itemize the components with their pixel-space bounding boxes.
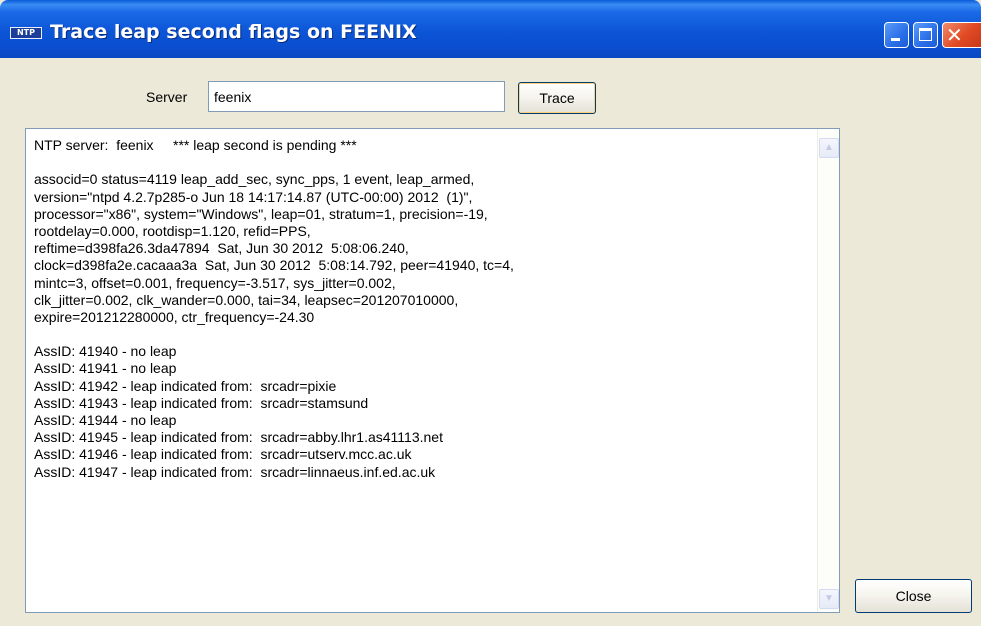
- output-line: associd=0 status=4119 leap_add_sec, sync…: [34, 171, 475, 188]
- chevron-up-icon[interactable]: ▲: [819, 138, 839, 158]
- close-icon: ✕: [946, 23, 963, 47]
- minimize-icon: [891, 38, 900, 41]
- trace-button[interactable]: Trace: [518, 82, 596, 114]
- server-input[interactable]: [208, 81, 505, 112]
- output-line: clock=d398fa2e.cacaaa3a Sat, Jun 30 2012…: [34, 257, 514, 274]
- window-title: Trace leap second flags on FEENIX: [50, 21, 417, 43]
- output-line: rootdelay=0.000, rootdisp=1.120, refid=P…: [34, 222, 311, 239]
- window-close-button[interactable]: ✕: [942, 22, 981, 48]
- maximize-icon: [919, 28, 932, 41]
- minimize-button[interactable]: [884, 22, 909, 48]
- output-line: AssID: 41941 - no leap: [34, 360, 177, 377]
- close-button[interactable]: Close: [855, 579, 972, 613]
- output-line: expire=201212280000, ctr_frequency=-24.3…: [34, 308, 315, 325]
- output-line: AssID: 41947 - leap indicated from: srca…: [34, 463, 436, 480]
- output-text: NTP server: feenix *** leap second is pe…: [34, 137, 814, 481]
- output-line: AssID: 41944 - no leap: [34, 412, 177, 428]
- vertical-scrollbar[interactable]: ▲ ▼: [817, 129, 839, 612]
- ntp-app-icon: NTP: [10, 27, 42, 39]
- output-line: mintc=3, offset=0.001, frequency=-3.517,…: [34, 274, 396, 291]
- output-line: AssID: 41946 - leap indicated from: srca…: [34, 446, 412, 463]
- output-line: AssID: 41945 - leap indicated from: srca…: [34, 429, 443, 446]
- output-line: NTP server: feenix *** leap second is pe…: [34, 137, 357, 153]
- output-line: reftime=d398fa26.3da47894 Sat, Jun 30 20…: [34, 240, 409, 257]
- output-line: AssID: 41942 - leap indicated from: srca…: [34, 377, 337, 394]
- output-line: AssID: 41940 - no leap: [34, 343, 177, 360]
- output-line: processor="x86", system="Windows", leap=…: [34, 205, 488, 222]
- server-label: Server: [146, 89, 188, 105]
- maximize-button[interactable]: [913, 22, 938, 48]
- output-line: clk_jitter=0.002, clk_wander=0.000, tai=…: [34, 291, 459, 308]
- trace-window: NTP Trace leap second flags on FEENIX ✕ …: [0, 0, 981, 626]
- output-line: version="ntpd 4.2.7p285-o Jun 18 14:17:1…: [34, 188, 473, 205]
- title-bar[interactable]: NTP Trace leap second flags on FEENIX ✕: [0, 0, 981, 58]
- trace-output[interactable]: NTP server: feenix *** leap second is pe…: [25, 128, 840, 613]
- output-line: AssID: 41943 - leap indicated from: srca…: [34, 394, 369, 411]
- chevron-down-icon[interactable]: ▼: [819, 589, 839, 609]
